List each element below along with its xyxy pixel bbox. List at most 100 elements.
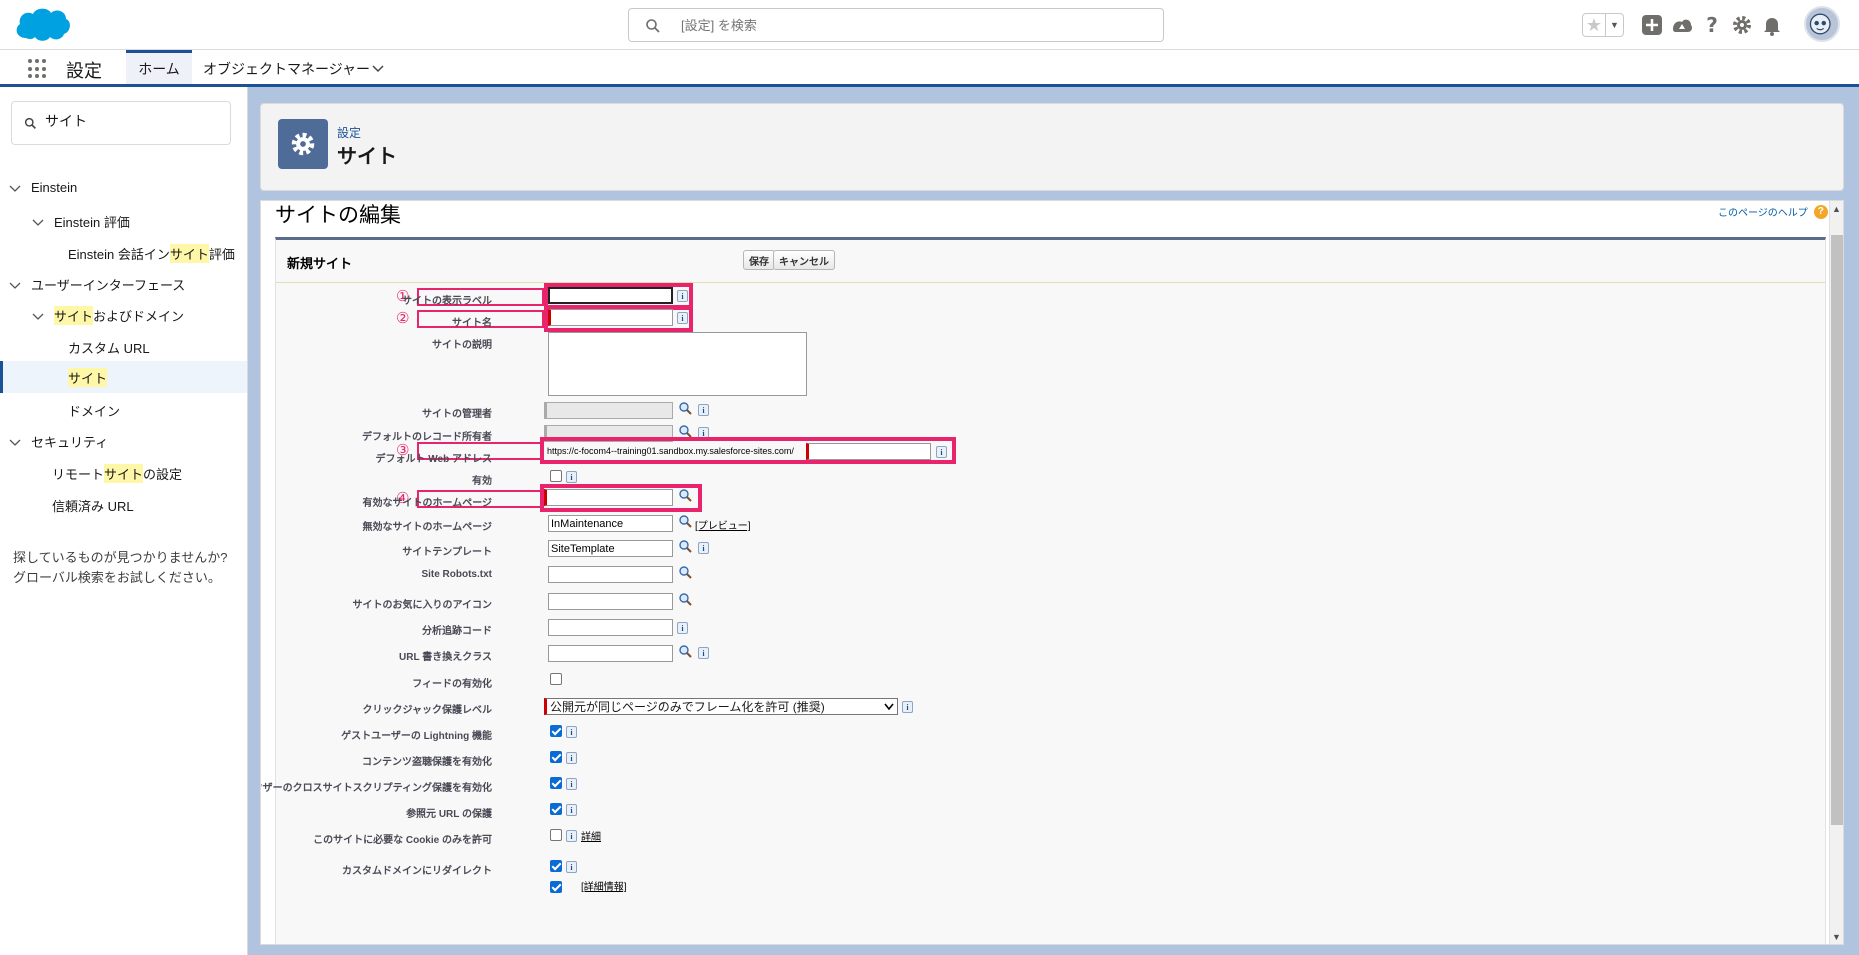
annotation-2: ② [396, 310, 410, 327]
info-icon[interactable]: i [566, 471, 577, 483]
active-checkbox[interactable] [550, 470, 562, 482]
sidebar-item-security[interactable]: セキュリティ [8, 432, 108, 451]
custom-domain-redirect-checkbox[interactable] [550, 860, 562, 872]
lookup-search-icon[interactable] [678, 539, 693, 554]
info-icon[interactable]: i [902, 701, 913, 713]
sidebar-help-text: 探しているものが見つかりませんか? グローバル検索をお試しください。 [13, 548, 227, 588]
favorite-star-icon[interactable]: ★ [1583, 14, 1605, 36]
quick-find[interactable] [11, 101, 231, 145]
sidebar-item-label: ドメイン [68, 404, 121, 419]
label-enable-feeds: フィードの有効化 [412, 679, 492, 690]
sidebar-item-trusted-urls[interactable]: 信頼済み URL [52, 496, 134, 515]
robots-input[interactable] [548, 566, 673, 583]
favorites-dropdown-icon[interactable]: ▼ [1605, 14, 1623, 36]
info-icon[interactable]: i [566, 726, 577, 738]
info-icon[interactable]: i [698, 647, 709, 659]
content-scrollbar[interactable]: ▲ ▼ [1829, 201, 1843, 944]
save-button[interactable]: 保存 [743, 250, 775, 270]
info-icon[interactable]: i [566, 778, 577, 790]
preview-link[interactable]: [プレビュー] [695, 517, 751, 532]
chevron-down-icon[interactable] [372, 62, 384, 74]
favicon-input[interactable] [548, 593, 673, 610]
lookup-search-icon[interactable] [678, 565, 693, 580]
info-icon[interactable]: i [566, 861, 577, 873]
help-line: 探しているものが見つかりませんか? [13, 550, 228, 565]
page-help-link[interactable]: このページのヘルプ ? [1718, 204, 1828, 219]
info-icon[interactable]: i [677, 622, 688, 634]
lookup-search-icon[interactable] [678, 401, 693, 416]
site-description-textarea[interactable] [548, 332, 807, 396]
lookup-search-icon[interactable] [678, 488, 693, 503]
site-admin-input[interactable] [544, 402, 673, 419]
setup-gear-icon[interactable] [1730, 13, 1754, 37]
info-icon[interactable]: i [698, 542, 709, 554]
sidebar-item-einstein[interactable]: Einstein [8, 180, 77, 195]
cancel-button[interactable]: キャンセル [773, 250, 835, 270]
info-icon[interactable]: i [698, 404, 709, 416]
enable-feeds-checkbox[interactable] [550, 673, 562, 685]
sidebar-item-custom-urls[interactable]: カスタム URL [68, 338, 150, 357]
user-avatar[interactable] [1804, 6, 1840, 42]
breadcrumb[interactable]: 設定 [337, 124, 361, 141]
partial-row-checkbox[interactable] [550, 881, 562, 893]
sidebar-item-sites[interactable]: サイト [0, 361, 247, 393]
more-info-link[interactable]: [詳細情報] [581, 878, 627, 893]
sidebar-item-label: の設定 [143, 467, 183, 482]
app-name: 設定 [66, 61, 102, 81]
lookup-search-icon[interactable] [678, 592, 693, 607]
tab-object-manager[interactable]: オブジェクトマネージャー [203, 59, 370, 79]
required-cookies-checkbox[interactable] [550, 829, 562, 841]
sidebar-item-einstein-evaluation[interactable]: Einstein 評価 [31, 212, 130, 231]
analytics-input[interactable] [548, 619, 673, 636]
global-search[interactable] [628, 8, 1164, 42]
sidebar-item-domains[interactable]: ドメイン [68, 401, 120, 420]
web-address-input[interactable] [806, 443, 931, 460]
sidebar-item-label: リモート [52, 467, 105, 482]
sidebar-item-einstein-conversation-insights[interactable]: Einstein 会話イン サイト 評価 [68, 244, 235, 263]
site-name-input[interactable] [548, 309, 673, 326]
sidebar-item-label: セキュリティ [31, 435, 109, 450]
inactive-home-input[interactable]: InMaintenance [548, 515, 673, 532]
global-search-input[interactable] [681, 15, 1141, 35]
scrollbar-thumb[interactable] [1831, 235, 1843, 825]
lookup-search-icon[interactable] [678, 514, 693, 529]
label-site-template: サイトテンプレート [402, 547, 492, 558]
guest-lightning-checkbox[interactable] [550, 725, 562, 737]
label-site-admin: サイトの管理者 [422, 409, 492, 420]
scroll-down-icon[interactable]: ▼ [1832, 932, 1841, 942]
sidebar-item-remote-site-settings[interactable]: リモート サイト の設定 [52, 464, 182, 483]
label-guest-lightning: ゲストユーザーの Lightning 機能 [341, 731, 492, 742]
clickjack-select[interactable]: 公開元が同じページのみでフレーム化を許可 (推奨) [544, 698, 898, 715]
sidebar-item-label: およびドメイン [93, 309, 185, 324]
global-actions-plus-icon[interactable] [1640, 13, 1664, 37]
tab-home[interactable]: ホーム [126, 50, 192, 84]
notifications-bell-icon[interactable] [1760, 13, 1784, 37]
info-icon[interactable]: i [566, 804, 577, 816]
app-launcher-icon[interactable] [28, 59, 48, 79]
info-icon[interactable]: i [936, 446, 947, 458]
trailhead-guidance-icon[interactable] [1670, 13, 1694, 37]
details-link[interactable]: 詳細 [581, 828, 601, 843]
scroll-up-icon[interactable]: ▲ [1832, 204, 1841, 214]
chevron-down-icon [9, 185, 21, 192]
help-icon[interactable]: ? [1700, 13, 1724, 37]
site-label-input[interactable] [548, 287, 673, 304]
content-sniffing-checkbox[interactable] [550, 751, 562, 763]
referrer-checkbox[interactable] [550, 803, 562, 815]
info-icon[interactable]: i [566, 830, 577, 842]
quick-find-input[interactable] [45, 113, 215, 129]
active-home-input[interactable] [544, 489, 673, 506]
info-icon[interactable]: i [566, 752, 577, 764]
sidebar-item-sites-and-domains[interactable]: サイト およびドメイン [31, 306, 184, 325]
info-icon[interactable]: i [677, 290, 688, 302]
info-icon[interactable]: i [677, 312, 688, 324]
url-rewriter-input[interactable] [548, 645, 673, 662]
search-icon [646, 19, 660, 33]
sidebar-item-user-interface[interactable]: ユーザーインターフェース [8, 275, 185, 294]
site-template-input[interactable]: SiteTemplate [548, 540, 673, 557]
salesforce-logo[interactable] [12, 4, 72, 46]
label-active-home: 有効なサイトのホームページ [362, 498, 493, 509]
xss-protection-checkbox[interactable] [550, 777, 562, 789]
search-highlight: サイト [68, 367, 108, 387]
lookup-search-icon[interactable] [678, 644, 693, 659]
